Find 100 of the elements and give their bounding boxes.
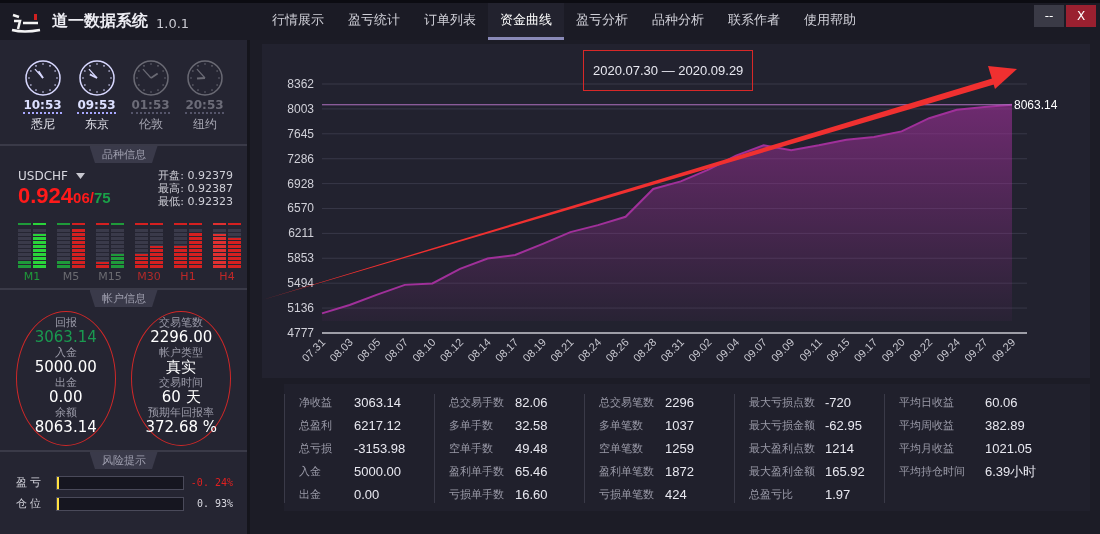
symbol-dropdown[interactable]: USDCHF (18, 169, 111, 183)
meter-marker (150, 223, 163, 225)
timeframe-label: H1 (180, 270, 196, 283)
risk-value: 0. 93% (196, 498, 233, 509)
meter-marker (228, 223, 241, 225)
y-tick-label: 5136 (287, 301, 314, 316)
stat-value: 382.89 (985, 418, 1025, 433)
section-heading: 风险提示 (89, 452, 158, 469)
stat-value: 165.92 (825, 464, 865, 479)
account-label: 入金 (54, 346, 77, 359)
price-pips: 06 (73, 189, 90, 206)
stat-label: 亏损单手数 (449, 487, 505, 502)
stat-label: 最大盈利点数 (749, 441, 816, 456)
close-button[interactable]: X (1066, 5, 1096, 27)
section-heading: 品种信息 (89, 146, 158, 163)
stat-label: 最大亏损金额 (749, 418, 816, 433)
clock-time: 09:53 (77, 98, 116, 114)
clock-icon (186, 60, 223, 96)
stat-value: 82.06 (515, 395, 548, 410)
account-label: 回报 (54, 316, 77, 329)
stat-value: 1037 (665, 418, 694, 433)
clock-time: 01:53 (131, 98, 170, 114)
stat-label: 空单笔数 (599, 441, 644, 456)
minimize-button[interactable]: -- (1034, 5, 1064, 27)
stat-value: 1259 (665, 441, 694, 456)
nav-tab[interactable]: 盈亏分析 (564, 3, 640, 40)
meter-marker (174, 223, 187, 225)
stat-label: 平均周收益 (899, 418, 955, 433)
account-label: 交易时间 (159, 376, 204, 389)
account-label: 预期年回报率 (148, 406, 215, 419)
meter-marker (72, 223, 85, 225)
account-value: 真实 (166, 359, 197, 376)
stat-value: -720 (825, 395, 852, 410)
clock-time: 20:53 (185, 98, 224, 114)
meter-marker (213, 223, 226, 225)
section-heading: 帐户信息 (89, 290, 158, 307)
stat-value: 60.06 (985, 395, 1018, 410)
stat-label: 平均月收益 (899, 441, 955, 456)
y-tick-label: 6211 (288, 226, 314, 241)
stat-label: 总交易笔数 (599, 395, 655, 410)
stat-label: 多单笔数 (599, 418, 644, 433)
last-value-label: 8063.14 (1014, 97, 1058, 112)
city-label: 悉尼 (30, 116, 55, 133)
stat-value: -3153.98 (354, 441, 406, 456)
stat-value: 1021.05 (985, 441, 1032, 456)
clock-time: 10:53 (23, 98, 62, 114)
y-tick-label: 5853 (287, 251, 314, 266)
y-tick-label: 4777 (287, 326, 314, 340)
stat-value: 424 (665, 487, 687, 502)
nav-tab[interactable]: 订单列表 (412, 3, 488, 40)
nav-tab[interactable]: 品种分析 (640, 3, 716, 40)
stat-label: 平均持仓时间 (899, 464, 966, 479)
stat-value: 2296 (665, 395, 694, 410)
nav-tab[interactable]: 盈亏统计 (336, 3, 412, 40)
stat-label: 入金 (299, 464, 322, 479)
account-value: 3063.14 (34, 329, 97, 346)
stat-label: 总盈亏比 (749, 487, 794, 502)
quote-text: 开盘: 0.92379 (158, 169, 233, 182)
stat-label: 最大亏损点数 (749, 395, 816, 410)
meter-marker (57, 223, 70, 225)
stat-value: 1214 (825, 441, 854, 456)
stat-value: 1.97 (825, 487, 851, 502)
meter-marker (189, 223, 202, 225)
timeframe-label: M5 (62, 270, 80, 283)
stat-value: 49.48 (515, 441, 548, 456)
risk-label: 仓 位 (16, 496, 43, 511)
stat-label: 空单手数 (449, 441, 494, 456)
account-value: 0.00 (49, 389, 83, 406)
risk-label: 盈 亏 (16, 475, 43, 490)
y-tick-label: 6570 (287, 201, 314, 216)
y-tick-label: 6928 (287, 176, 314, 191)
stat-value: 65.46 (515, 464, 548, 479)
timeframe-label: M15 (98, 270, 122, 283)
y-tick-label: 8362 (287, 77, 314, 91)
stat-label: 出金 (299, 487, 322, 502)
account-value: 2296.00 (150, 329, 213, 346)
stat-label: 多单手数 (449, 418, 494, 433)
timeframe-label: H4 (219, 270, 235, 283)
account-label: 出金 (54, 376, 77, 389)
stat-label: 总亏损 (299, 441, 333, 456)
stat-value: 6217.12 (354, 418, 401, 433)
account-label: 帐户类型 (159, 346, 204, 359)
timeframe-label: M1 (23, 270, 41, 283)
stat-label: 盈利单笔数 (599, 464, 655, 479)
stat-label: 总交易手数 (449, 395, 505, 410)
stat-value: 0.00 (354, 487, 380, 502)
y-tick-label: 7286 (287, 151, 314, 166)
meter-marker (96, 223, 109, 225)
nav-tab[interactable]: 行情展示 (260, 3, 336, 40)
price-main: 0.924 (18, 183, 74, 209)
meter-marker (111, 223, 124, 225)
caret-icon (75, 173, 85, 179)
stat-value: 32.58 (515, 418, 548, 433)
nav-tab[interactable]: 使用帮助 (792, 3, 868, 40)
stat-value: 1872 (665, 464, 694, 479)
quote-text: 最高: 0.92387 (158, 182, 233, 195)
nav-tab[interactable]: 联系作者 (716, 3, 792, 40)
city-label: 纽约 (192, 116, 217, 133)
meter-marker (33, 223, 46, 225)
nav-tab[interactable]: 资金曲线 (488, 3, 564, 40)
